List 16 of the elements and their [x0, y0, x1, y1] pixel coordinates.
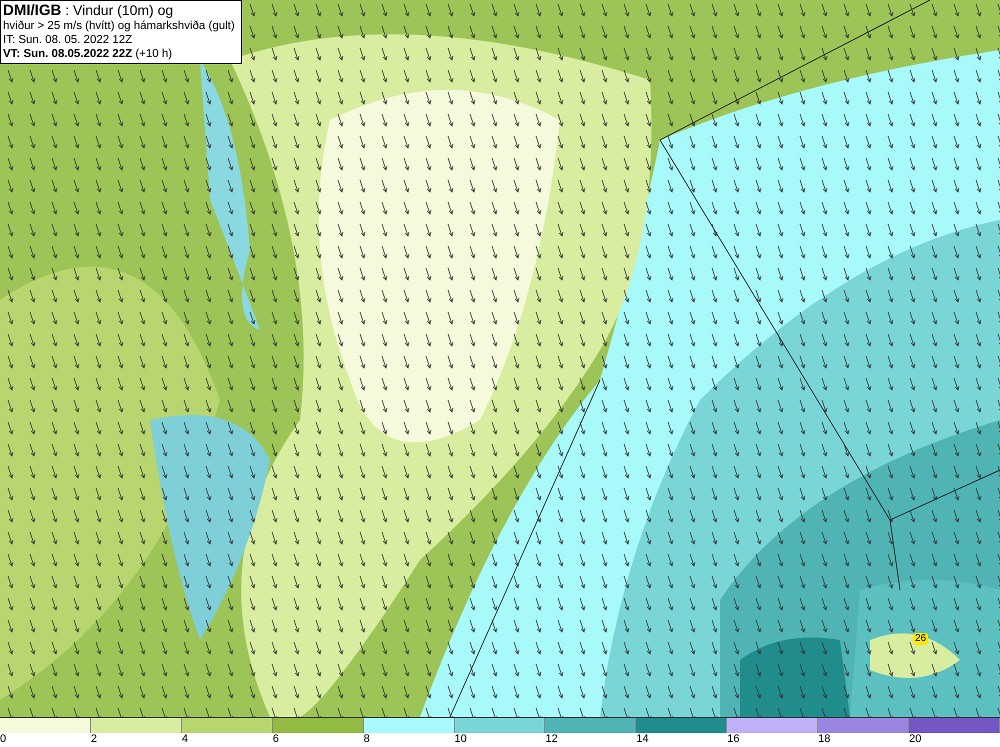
- caption-line: VT: Sun. 08.05.2022 22Z (+10 h): [3, 47, 174, 61]
- gust-value-label: 26: [913, 633, 928, 645]
- legend-tick-label: 10: [454, 733, 467, 746]
- legend-tick-label: 16: [727, 733, 740, 746]
- caption-line: DMI/IGB : Vindur (10m) og: [3, 2, 174, 19]
- caption-line: hviður > 25 m/s (hvítt) og hámarkshviða (gult): [3, 19, 235, 33]
- legend-tick-label: 14: [636, 733, 649, 746]
- legend-tick-label: 4: [182, 733, 188, 746]
- legend-tick-label: 2: [90, 733, 98, 746]
- legend-tick-label: 8: [364, 733, 370, 746]
- legend-tick-label: 12: [545, 733, 558, 746]
- legend-tick-label: 18: [818, 733, 830, 746]
- legend-tick-label: 0: [0, 733, 6, 746]
- legend-tick-label: 20: [909, 733, 922, 746]
- caption-line: IT: Sun. 08. 05. 2022 12Z: [3, 33, 134, 47]
- legend-tick-label: 6: [272, 733, 279, 746]
